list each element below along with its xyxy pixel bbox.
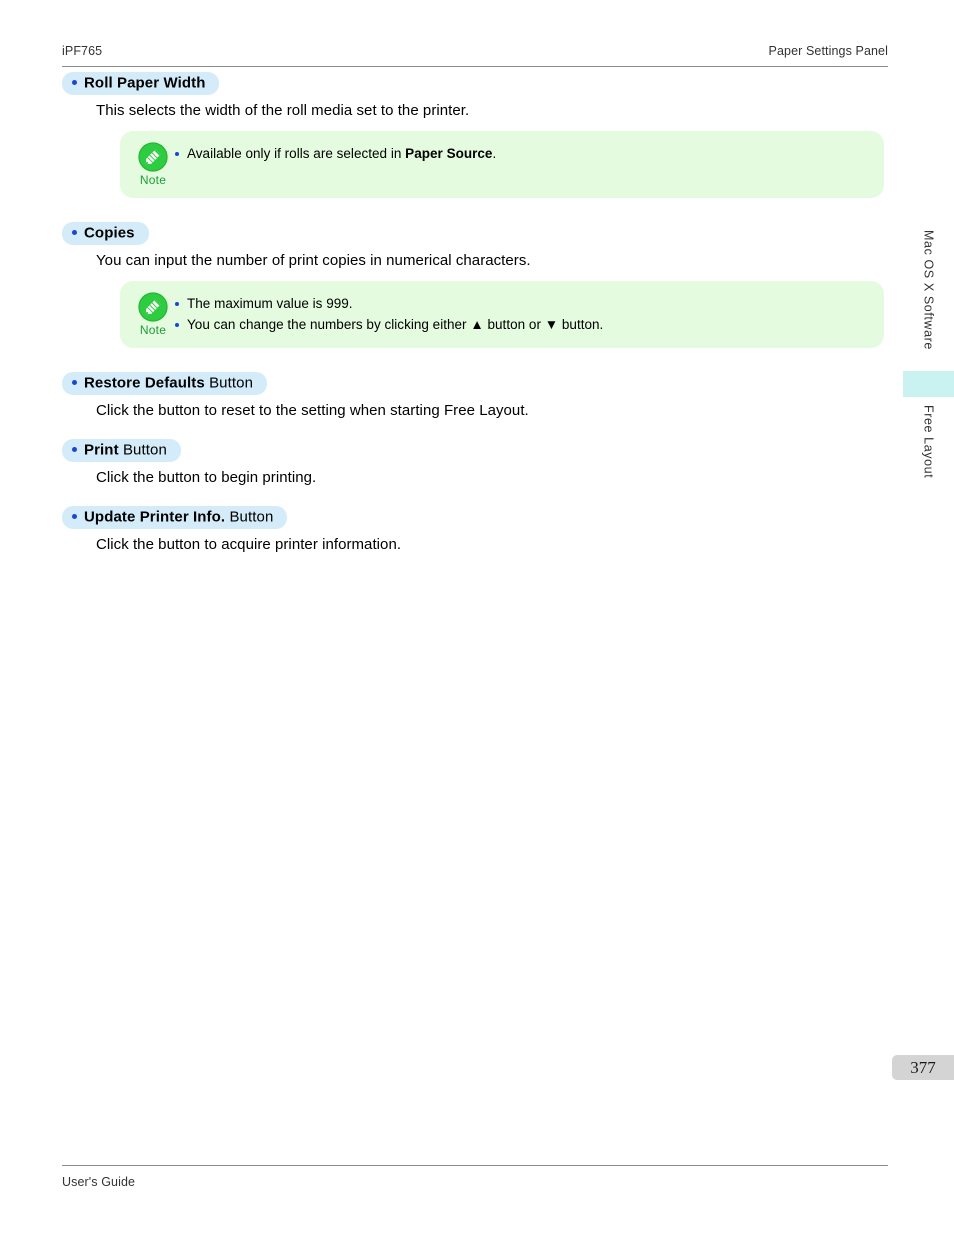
section-heading-pill: Roll Paper Width [62, 72, 220, 95]
section-body-text: You can input the number of print copies… [96, 252, 531, 269]
note-callout: Note Available only if rolls are selected… [120, 131, 884, 198]
section-body-text: Click the button to begin printing. [96, 469, 317, 486]
note-item-list: The maximum value is 999. You can change … [174, 291, 870, 336]
bullet-dot-icon [72, 446, 77, 452]
side-tab-upper-label: Mac OS X Software [921, 230, 936, 350]
note-item: The maximum value is 999. [174, 294, 870, 315]
definition-section: Print Button Click the button to begin pr… [62, 439, 888, 486]
note-label: Note [139, 323, 167, 337]
main-content: Roll Paper Width This selects the width o… [62, 72, 888, 553]
note-callout: Note The maximum value is 999. You can cha… [120, 281, 884, 348]
definition-section: Update Printer Info. Button Click the but… [62, 506, 888, 553]
note-pencil-icon [138, 142, 168, 172]
section-term: Copies [84, 224, 135, 242]
page-header: iPF765 Paper Settings Panel [62, 44, 888, 67]
section-term-suffix: Button [204, 374, 254, 392]
header-model-name: iPF765 [62, 44, 103, 58]
page-number-badge: 377 [892, 1055, 954, 1080]
note-label: Note [139, 173, 167, 187]
section-term: Print [84, 441, 119, 459]
note-badge: Note [132, 141, 174, 187]
note-item: You can change the numbers by clicking e… [174, 315, 870, 336]
definition-section: Restore Defaults Button Click the button … [62, 372, 888, 419]
note-item: Available only if rolls are selected in … [174, 144, 870, 165]
section-heading-pill: Print Button [62, 439, 181, 462]
definition-section: Copies You can input the number of print … [62, 222, 888, 348]
side-tab-active-highlight [903, 371, 954, 397]
section-heading-pill: Copies [62, 222, 149, 245]
note-item-text: Available only if rolls are selected in [187, 146, 406, 161]
header-section-title: Paper Settings Panel [768, 44, 888, 58]
note-badge: Note [132, 291, 174, 337]
side-tab-mac-os-x-software[interactable]: Mac OS X Software [903, 230, 954, 365]
section-term-suffix: Button [225, 508, 274, 526]
section-term: Update Printer Info. [84, 508, 226, 526]
definition-section: Roll Paper Width This selects the width o… [62, 72, 888, 198]
section-term: Restore Defaults [84, 374, 205, 392]
side-tab-lower-label: Free Layout [921, 405, 936, 479]
section-body-text: Click the button to reset to the setting… [96, 402, 529, 419]
section-term-suffix: Button [118, 441, 167, 459]
bullet-dot-icon [72, 79, 77, 85]
section-heading-pill: Update Printer Info. Button [62, 506, 288, 529]
section-body-text: This selects the width of the roll media… [96, 102, 470, 119]
note-item-text-tail: . [492, 146, 497, 161]
section-heading-pill: Restore Defaults Button [62, 372, 268, 395]
bullet-dot-icon [72, 229, 77, 235]
note-item-text: The maximum value is 999. [187, 296, 353, 311]
side-tab-free-layout[interactable]: Free Layout [903, 405, 954, 495]
footer-document-title: User's Guide [62, 1175, 136, 1189]
note-pencil-icon [138, 292, 168, 322]
note-item-list: Available only if rolls are selected in … [174, 141, 870, 165]
bullet-dot-icon [72, 379, 77, 385]
section-term: Roll Paper Width [84, 74, 206, 92]
section-body-text: Click the button to acquire printer info… [96, 536, 402, 553]
note-item-text: You can change the numbers by clicking e… [187, 316, 604, 332]
note-item-emphasis: Paper Source [405, 146, 493, 161]
page-footer: User's Guide [62, 1165, 888, 1191]
bullet-dot-icon [72, 513, 77, 519]
